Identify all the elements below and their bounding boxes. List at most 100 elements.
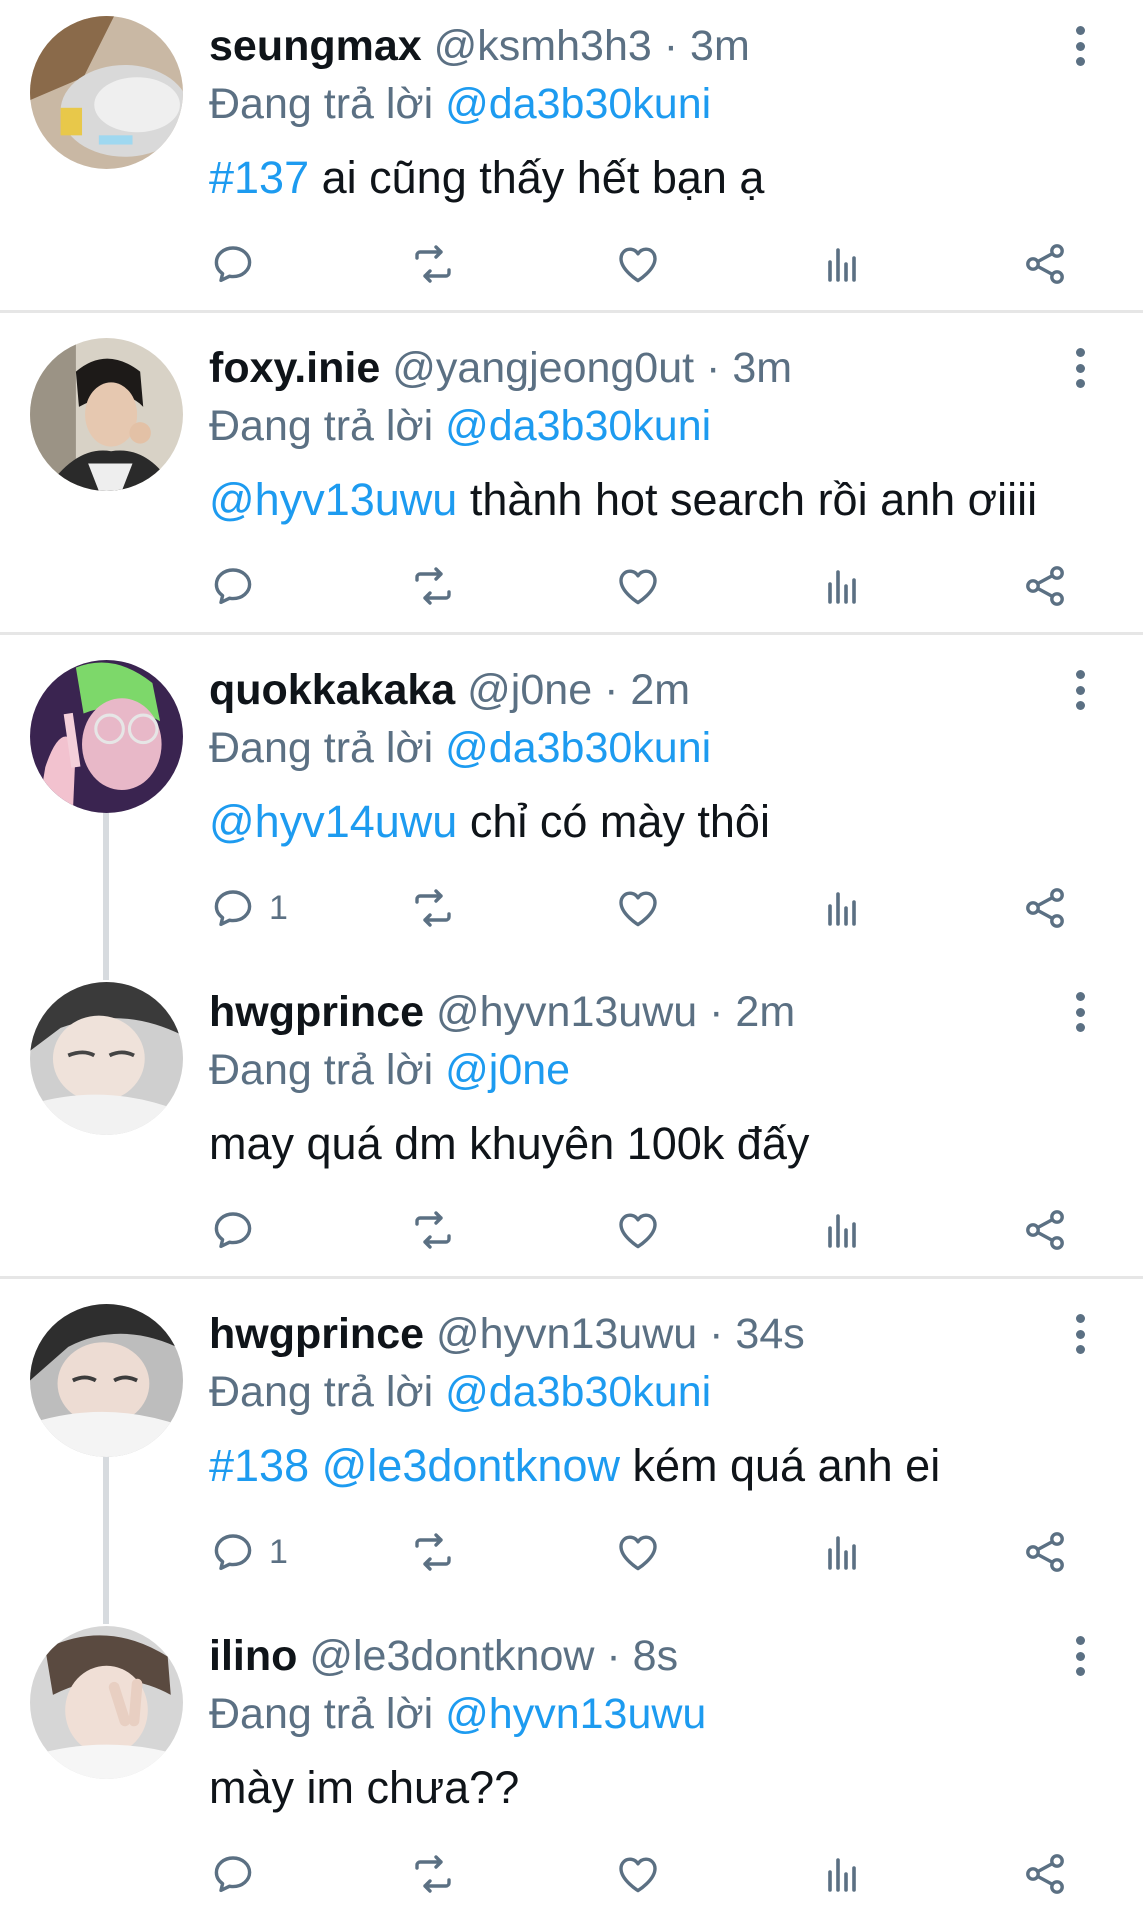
retweet-button[interactable] [409, 236, 457, 292]
retweet-icon [415, 567, 451, 605]
timestamp[interactable]: 34s [735, 1310, 804, 1358]
share-icon [1026, 1532, 1064, 1572]
tweet-actions: 1 [0, 1524, 1143, 1580]
like-button[interactable] [614, 236, 662, 292]
replying-to-mention[interactable]: @hyvn13uwu [445, 1690, 706, 1738]
tweet-body-text: kém quá anh ei [619, 1440, 941, 1491]
tweet-text: mày im chưa?? [209, 1758, 519, 1818]
display-name[interactable]: ilino [209, 1632, 297, 1680]
like-button[interactable] [614, 880, 662, 936]
tweet[interactable]: foxy.inie @yangjeong0ut · 3m Đang trả lờ… [0, 322, 1143, 632]
share-button[interactable] [1021, 880, 1069, 936]
like-button[interactable] [614, 558, 662, 614]
timestamp[interactable]: 2m [735, 988, 795, 1036]
like-icon [619, 1535, 657, 1571]
more-icon[interactable] [1062, 24, 1098, 68]
replying-to: Đang trả lời @da3b30kuni [209, 1364, 711, 1420]
more-icon[interactable] [1062, 668, 1098, 712]
more-icon[interactable] [1062, 1312, 1098, 1356]
avatar[interactable] [30, 1304, 183, 1457]
like-button[interactable] [614, 1846, 662, 1902]
reply-button[interactable] [209, 1846, 269, 1902]
stats-button[interactable] [818, 1202, 866, 1258]
user-handle[interactable]: @le3dontknow [309, 1632, 594, 1680]
timestamp[interactable]: 2m [630, 666, 690, 714]
tweet-header: seungmax @ksmh3h3 · 3m [209, 18, 1043, 74]
share-button[interactable] [1021, 1202, 1069, 1258]
share-button[interactable] [1021, 558, 1069, 614]
retweet-button[interactable] [409, 1524, 457, 1580]
reply-button[interactable] [209, 236, 269, 292]
display-name[interactable]: seungmax [209, 22, 422, 70]
replying-to-mention[interactable]: @da3b30kuni [445, 402, 711, 450]
replying-to: Đang trả lời @da3b30kuni [209, 76, 711, 132]
replying-to-mention[interactable]: @j0ne [445, 1046, 570, 1094]
share-button[interactable] [1021, 1524, 1069, 1580]
avatar[interactable] [30, 660, 183, 813]
tweet[interactable]: ilino @le3dontknow · 8s Đang trả lời @hy… [0, 1610, 1143, 1920]
display-name[interactable]: hwgprince [209, 988, 424, 1036]
avatar[interactable] [30, 16, 183, 169]
reply-icon [214, 246, 252, 283]
avatar[interactable] [30, 1626, 183, 1779]
tweet-mention[interactable]: #137 [209, 152, 309, 203]
reply-button[interactable] [209, 1202, 269, 1258]
replying-to-label: Đang trả lời [209, 1046, 434, 1094]
replying-to: Đang trả lời @j0ne [209, 1042, 570, 1098]
tweet-actions [0, 558, 1143, 614]
replying-to-mention[interactable]: @da3b30kuni [445, 724, 711, 772]
retweet-button[interactable] [409, 558, 457, 614]
like-button[interactable] [614, 1524, 662, 1580]
share-button[interactable] [1021, 236, 1069, 292]
stats-button[interactable] [818, 558, 866, 614]
display-name[interactable]: quokkakaka [209, 666, 455, 714]
user-handle[interactable]: @hyvn13uwu [436, 988, 697, 1036]
stats-button[interactable] [818, 236, 866, 292]
like-button[interactable] [614, 1202, 662, 1258]
reply-count: 1 [269, 889, 288, 927]
tweet-body-text: chỉ có mày thôi [457, 796, 770, 847]
stats-button[interactable] [818, 1846, 866, 1902]
reply-icon [214, 1856, 252, 1893]
tweet[interactable]: hwgprince @hyvn13uwu · 2m Đang trả lời @… [0, 966, 1143, 1276]
reply-button[interactable] [209, 558, 269, 614]
tweet-mention[interactable]: @hyv13uwu [209, 474, 457, 525]
user-handle[interactable]: @yangjeong0ut [392, 344, 694, 392]
retweet-button[interactable] [409, 1846, 457, 1902]
user-handle[interactable]: @ksmh3h3 [434, 22, 652, 70]
tweet[interactable]: seungmax @ksmh3h3 · 3m Đang trả lời @da3… [0, 0, 1143, 310]
reply-count: 1 [269, 1533, 288, 1571]
display-name[interactable]: hwgprince [209, 1310, 424, 1358]
display-name[interactable]: foxy.inie [209, 344, 380, 392]
retweet-icon [415, 1211, 451, 1249]
reply-icon [214, 1534, 252, 1571]
tweet[interactable]: hwgprince @hyvn13uwu · 34s Đang trả lời … [0, 1288, 1143, 1610]
avatar[interactable] [30, 338, 183, 491]
retweet-button[interactable] [409, 880, 457, 936]
more-icon[interactable] [1062, 346, 1098, 390]
stats-button[interactable] [818, 1524, 866, 1580]
stats-icon [828, 1214, 856, 1248]
share-icon [1026, 1854, 1064, 1894]
replying-to-mention[interactable]: @da3b30kuni [445, 1368, 711, 1416]
like-icon [619, 247, 657, 283]
share-button[interactable] [1021, 1846, 1069, 1902]
stats-button[interactable] [818, 880, 866, 936]
tweet-mention[interactable]: #138 @le3dontknow [209, 1440, 620, 1491]
tweet[interactable]: quokkakaka @j0ne · 2m Đang trả lời @da3b… [0, 644, 1143, 966]
user-handle[interactable]: @hyvn13uwu [436, 1310, 697, 1358]
timestamp[interactable]: 3m [690, 22, 750, 70]
timestamp[interactable]: 3m [732, 344, 792, 392]
reply-button[interactable]: 1 [209, 880, 288, 936]
reply-button[interactable]: 1 [209, 1524, 288, 1580]
more-icon[interactable] [1062, 990, 1098, 1034]
tweet-header: foxy.inie @yangjeong0ut · 3m [209, 340, 1043, 396]
avatar[interactable] [30, 982, 183, 1135]
retweet-button[interactable] [409, 1202, 457, 1258]
replying-to-mention[interactable]: @da3b30kuni [445, 80, 711, 128]
tweet-mention[interactable]: @hyv14uwu [209, 796, 457, 847]
user-handle[interactable]: @j0ne [467, 666, 592, 714]
timestamp[interactable]: 8s [633, 1632, 678, 1680]
more-icon[interactable] [1062, 1634, 1098, 1678]
stats-icon [828, 570, 856, 604]
